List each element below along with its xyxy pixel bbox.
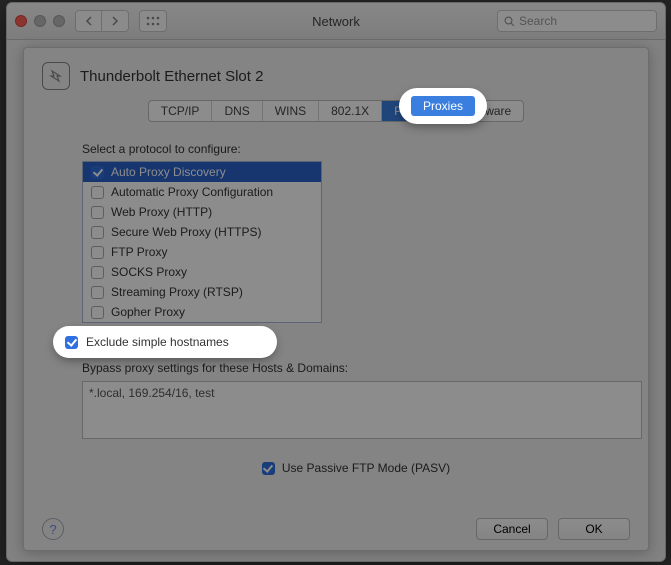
passive-ftp-checkbox[interactable] xyxy=(262,462,275,475)
protocol-label-text: Secure Web Proxy (HTTPS) xyxy=(111,225,261,239)
protocol-checkbox[interactable] xyxy=(91,226,104,239)
bypass-label: Bypass proxy settings for these Hosts & … xyxy=(82,361,630,375)
protocol-checkbox[interactable] xyxy=(91,266,104,279)
bypass-textarea[interactable]: *.local, 169.254/16, test xyxy=(82,381,642,439)
back-button[interactable] xyxy=(75,10,102,32)
protocol-list[interactable]: Auto Proxy Discovery Automatic Proxy Con… xyxy=(82,161,322,323)
advanced-sheet: Thunderbolt Ethernet Slot 2 TCP/IP DNS W… xyxy=(23,47,649,551)
titlebar: Network Search xyxy=(7,3,665,40)
protocol-row[interactable]: Web Proxy (HTTP) xyxy=(83,202,321,222)
search-placeholder: Search xyxy=(519,14,557,28)
protocol-row[interactable]: Auto Proxy Discovery xyxy=(83,162,321,182)
traffic-lights xyxy=(15,15,65,27)
thunderbolt-icon xyxy=(42,62,70,90)
highlight-proxies-tab: Proxies xyxy=(401,90,485,122)
nav-back-forward xyxy=(75,10,129,32)
bypass-value: *.local, 169.254/16, test xyxy=(89,386,214,400)
protocol-checkbox[interactable] xyxy=(91,166,104,179)
ok-button[interactable]: OK xyxy=(558,518,630,540)
protocol-checkbox[interactable] xyxy=(91,306,104,319)
protocol-label-text: SOCKS Proxy xyxy=(111,265,187,279)
protocol-label-text: FTP Proxy xyxy=(111,245,167,259)
protocol-label-text: Web Proxy (HTTP) xyxy=(111,205,212,219)
tab-wins[interactable]: WINS xyxy=(263,101,319,121)
protocol-row[interactable]: Streaming Proxy (RTSP) xyxy=(83,282,321,302)
protocol-label-text: Gopher Proxy xyxy=(111,305,185,319)
passive-ftp-label: Use Passive FTP Mode (PASV) xyxy=(282,461,450,475)
show-all-button[interactable] xyxy=(139,10,167,32)
protocol-checkbox[interactable] xyxy=(91,186,104,199)
tab-8021x[interactable]: 802.1X xyxy=(319,101,382,121)
protocol-checkbox[interactable] xyxy=(91,206,104,219)
highlight-exclude-simple: Exclude simple hostnames xyxy=(55,328,275,356)
exclude-simple-checkbox[interactable] xyxy=(65,336,78,349)
tab-dns[interactable]: DNS xyxy=(212,101,262,121)
forward-button[interactable] xyxy=(102,10,129,32)
protocol-label: Select a protocol to configure: xyxy=(82,142,630,156)
close-window-button[interactable] xyxy=(15,15,27,27)
sheet-title: Thunderbolt Ethernet Slot 2 xyxy=(80,68,263,85)
protocol-label-text: Streaming Proxy (RTSP) xyxy=(111,285,243,299)
search-field[interactable]: Search xyxy=(497,10,657,32)
protocol-label-text: Automatic Proxy Configuration xyxy=(111,185,273,199)
protocol-checkbox[interactable] xyxy=(91,286,104,299)
tab-tcpip[interactable]: TCP/IP xyxy=(149,101,213,121)
exclude-simple-label: Exclude simple hostnames xyxy=(86,335,229,349)
help-button[interactable]: ? xyxy=(42,518,64,540)
protocol-checkbox[interactable] xyxy=(91,246,104,259)
protocol-row[interactable]: Gopher Proxy xyxy=(83,302,321,322)
minimize-window-button[interactable] xyxy=(34,15,46,27)
protocol-row[interactable]: Automatic Proxy Configuration xyxy=(83,182,321,202)
protocol-row[interactable]: Secure Web Proxy (HTTPS) xyxy=(83,222,321,242)
search-icon xyxy=(504,16,515,27)
highlight-proxies-label: Proxies xyxy=(411,96,475,116)
protocol-label-text: Auto Proxy Discovery xyxy=(111,165,226,179)
sheet-footer: ? Cancel OK xyxy=(24,518,648,540)
cancel-button[interactable]: Cancel xyxy=(476,518,548,540)
protocol-row[interactable]: FTP Proxy xyxy=(83,242,321,262)
preferences-window: Network Search Thunderbolt Ethernet Slot… xyxy=(6,2,666,562)
protocol-row[interactable]: SOCKS Proxy xyxy=(83,262,321,282)
zoom-window-button[interactable] xyxy=(53,15,65,27)
